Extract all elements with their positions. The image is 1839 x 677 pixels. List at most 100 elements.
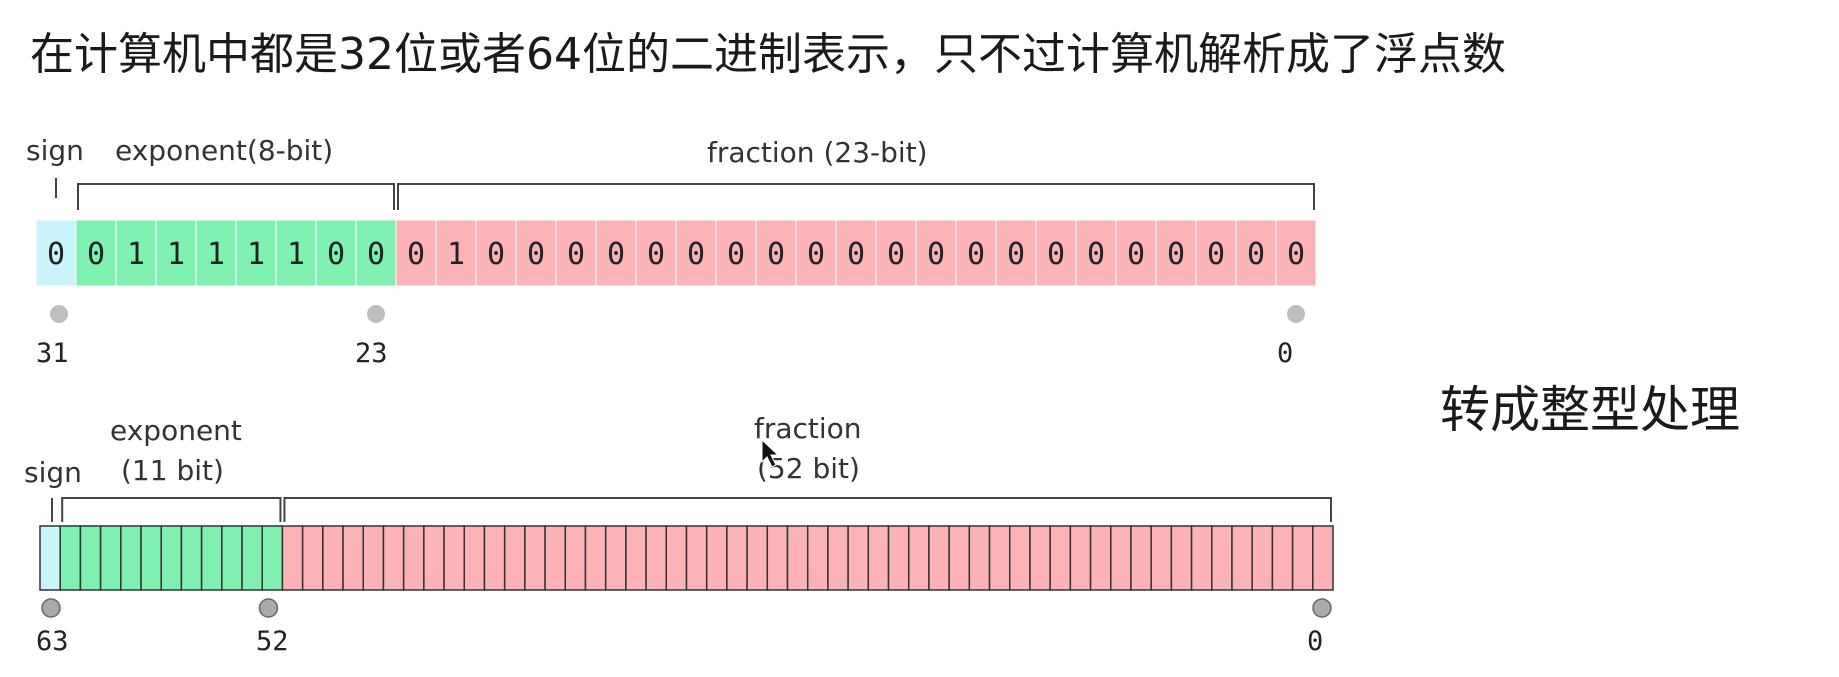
single-pos-0: 0: [1277, 338, 1293, 369]
bit-cell-9: [1130, 525, 1152, 591]
bit-value-26: 1: [247, 237, 265, 272]
bit-cell-56: [180, 525, 203, 591]
bit-cell-11: [1089, 525, 1112, 591]
bit-value-23: 0: [367, 237, 385, 272]
bit-cell-0: [1312, 525, 1334, 591]
position-dot-2: [1312, 598, 1332, 618]
bit-cell-63: [39, 525, 61, 591]
double-bit-row: [39, 525, 1334, 591]
bit-cell-32: [665, 525, 688, 591]
double-brackets: [51, 497, 1332, 522]
bit-value-14: 0: [727, 237, 745, 272]
bit-cell-30: [705, 525, 728, 591]
single-pos-31: 31: [36, 338, 69, 369]
bit-cell-44: [423, 525, 445, 591]
fraction-bracket: [397, 183, 1315, 210]
bit-value-1: 0: [1247, 237, 1265, 272]
bit-cell-51: [281, 525, 304, 591]
bit-value-8: 0: [967, 237, 985, 272]
bit-value-29: 1: [127, 237, 145, 272]
bit-cell-40: [503, 525, 526, 591]
bit-value-17: 0: [607, 237, 625, 272]
position-dot-2: [1287, 305, 1305, 323]
float-format-diagram: sign exponent(8-bit) fraction (23-bit) 0…: [24, 134, 1334, 657]
bit-cell-4: [1231, 525, 1253, 591]
bit-cell-23: [847, 525, 870, 591]
double-exponent-label-1: exponent: [110, 414, 242, 447]
bit-cell-46: [382, 525, 405, 591]
bit-value-6: 0: [1047, 237, 1065, 272]
bit-cell-7: [1170, 525, 1193, 591]
bit-value-16: 0: [647, 237, 665, 272]
bit-cell-19: [928, 525, 950, 591]
bit-value-27: 1: [207, 237, 225, 272]
fraction-bracket: [283, 497, 1332, 522]
bit-cell-24: [827, 525, 849, 591]
bit-cell-15: [1009, 525, 1031, 591]
bit-cell-26: [786, 525, 809, 591]
exponent-bracket: [61, 497, 282, 522]
bit-cell-14: [1029, 525, 1051, 591]
bit-cell-60: [99, 525, 122, 591]
double-position-markers: [41, 598, 1332, 618]
bit-cell-22: [867, 525, 890, 591]
bit-cell-45: [402, 525, 425, 591]
exponent-bracket: [77, 183, 395, 210]
bit-cell-50: [301, 525, 324, 591]
bit-value-15: 0: [687, 237, 705, 272]
single-precision-diagram: sign exponent(8-bit) fraction (23-bit) 0…: [26, 134, 1317, 369]
bit-cell-54: [221, 525, 243, 591]
bit-cell-31: [685, 525, 708, 591]
bit-cell-8: [1150, 525, 1173, 591]
bit-cell-43: [443, 525, 466, 591]
bit-cell-47: [362, 525, 385, 591]
bit-value-5: 0: [1087, 237, 1105, 272]
bit-cell-61: [79, 525, 102, 591]
bit-cell-62: [59, 525, 82, 591]
single-bit-row: 00111110001000000000000000000000: [35, 219, 1317, 287]
bit-value-3: 0: [1167, 237, 1185, 272]
double-precision-diagram: sign exponent (11 bit) fraction (52 bit)…: [24, 412, 1334, 657]
bit-cell-39: [524, 525, 546, 591]
bit-cell-21: [887, 525, 910, 591]
double-sign-label: sign: [24, 456, 82, 489]
bit-cell-52: [261, 525, 284, 591]
bit-cell-34: [625, 525, 647, 591]
bit-cell-49: [322, 525, 344, 591]
double-pos-52: 52: [256, 626, 289, 657]
bit-value-9: 0: [927, 237, 945, 272]
bit-value-7: 0: [1007, 237, 1025, 272]
bit-cell-27: [766, 525, 789, 591]
bit-cell-6: [1190, 525, 1213, 591]
bit-value-20: 0: [487, 237, 505, 272]
single-brackets: [55, 178, 1315, 210]
bit-cell-13: [1049, 525, 1072, 591]
bit-cell-3: [1251, 525, 1274, 591]
bit-cell-25: [806, 525, 829, 591]
double-pos-63: 63: [36, 626, 69, 657]
single-fraction-label: fraction (23-bit): [707, 136, 928, 169]
single-sign-label: sign: [26, 134, 84, 167]
bit-value-31: 0: [47, 237, 65, 272]
position-dot-0: [50, 305, 68, 323]
double-exponent-label-2: (11 bit): [121, 454, 224, 487]
bit-cell-5: [1211, 525, 1233, 591]
bit-value-22: 0: [407, 237, 425, 272]
bit-cell-38: [544, 525, 567, 591]
bit-value-19: 0: [527, 237, 545, 272]
bit-cell-53: [241, 525, 263, 591]
bit-cell-28: [746, 525, 769, 591]
bit-cell-12: [1069, 525, 1092, 591]
bit-cell-33: [645, 525, 668, 591]
bit-value-28: 1: [167, 237, 185, 272]
bit-value-2: 0: [1207, 237, 1225, 272]
bit-value-21: 1: [447, 237, 465, 272]
double-fraction-label-1: fraction: [754, 412, 862, 445]
bit-cell-37: [564, 525, 587, 591]
bit-cell-59: [120, 525, 142, 591]
bit-cell-17: [968, 525, 991, 591]
bit-cell-41: [483, 525, 506, 591]
bit-cell-48: [342, 525, 364, 591]
bit-cell-35: [604, 525, 627, 591]
bit-cell-42: [463, 525, 486, 591]
